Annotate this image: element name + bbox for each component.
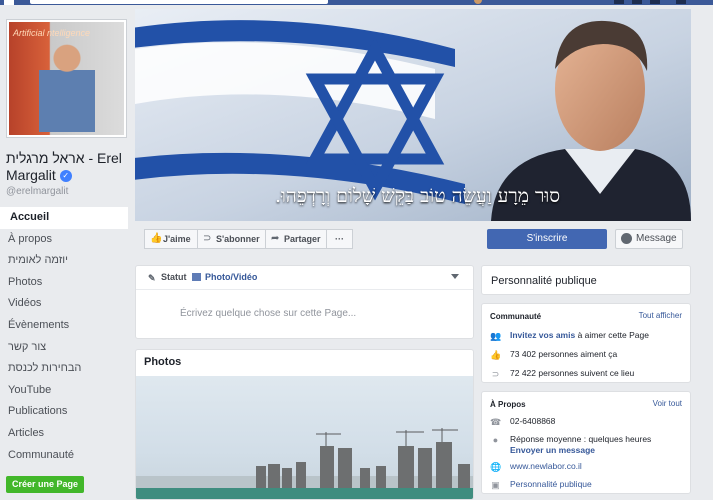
composer-tabs: ✎ Statut Photo/Vidéo (136, 266, 473, 290)
photos-title[interactable]: Photos (136, 350, 473, 376)
category-row: ▣ Personnalité publique (490, 479, 592, 490)
create-page-button[interactable]: Créer une Page (6, 476, 85, 493)
likes-row: 👍 73 402 personnes aiment ça (490, 349, 617, 360)
category-link[interactable]: Personnalité publique (510, 479, 592, 489)
about-card: À Propos Voir tout ☎ 02-6408868 ● Réponse … (481, 391, 691, 494)
user-avatar-icon[interactable] (474, 0, 482, 4)
nav-item-community[interactable]: Communauté (0, 445, 128, 467)
phone-icon: ☎ (490, 417, 502, 427)
nav-item-home[interactable]: Accueil (0, 207, 128, 229)
website-link[interactable]: www.newlabor.co.il (510, 461, 582, 471)
chat-bubble-icon: ● (492, 435, 499, 445)
skyline-photo (136, 428, 473, 499)
message-button[interactable]: Message (615, 229, 683, 249)
rss-icon: ⊃ (491, 369, 500, 379)
chat-bubble-icon (621, 233, 632, 244)
nav-item-posts[interactable]: Publications (0, 401, 128, 423)
friend-requests-icon[interactable] (614, 0, 624, 4)
phone-number[interactable]: 02-6408868 (510, 416, 555, 426)
rss-icon: ⊃ (203, 233, 212, 244)
speaker-figure (39, 42, 95, 132)
like-label: J'aime (163, 234, 191, 244)
like-button[interactable]: 👍 J'aime (144, 229, 198, 249)
facebook-logo-icon[interactable] (4, 0, 14, 5)
post-composer: ✎ Statut Photo/Vidéo Écrivez quelque chos… (135, 265, 474, 339)
invite-friends-link[interactable]: Invitez vos amis (510, 330, 575, 340)
invite-rest: à aimer cette Page (577, 330, 649, 340)
tab-photo-video[interactable]: Photo/Vidéo (192, 272, 257, 282)
page-actions-bar: 👍 J'aime ⊃ S'abonner ➦ Partager ··· S'in… (135, 225, 691, 253)
community-card: Communauté Tout afficher 👥 Invitez vos am… (481, 303, 691, 383)
website-row: 🌐 www.newlabor.co.il (490, 461, 582, 472)
nav-item-events[interactable]: Évènements (0, 315, 128, 337)
people-icon: 👥 (490, 331, 502, 341)
share-arrow-icon: ➦ (271, 233, 280, 244)
nav-item-about[interactable]: À propos (0, 229, 128, 251)
follow-label: S'abonner (216, 234, 260, 244)
share-label: Partager (284, 234, 321, 244)
followers-count[interactable]: 72 422 personnes suivent ce lieu (510, 368, 634, 378)
page-nav: Accueil À propos יוזמה לאומית Photos Vid… (0, 207, 128, 466)
globe-icon: 🌐 (490, 462, 502, 472)
send-message-row: Envoyer un message (510, 445, 595, 455)
search-input[interactable] (30, 0, 328, 4)
nav-item-national-initiative[interactable]: יוזמה לאומית (0, 250, 128, 272)
photos-card: Photos (135, 349, 474, 500)
messages-icon[interactable] (632, 0, 642, 4)
subscribe-button[interactable]: S'inscrire (487, 229, 607, 249)
nav-item-videos[interactable]: Vidéos (0, 293, 128, 315)
help-icon[interactable] (676, 0, 686, 4)
page-title[interactable]: אראל מרגלית - Erel Margalit ✓ (6, 150, 131, 184)
profile-photo-banner-text: Artificial ntelligence (13, 28, 91, 38)
send-message-link[interactable]: Envoyer un message (510, 445, 595, 455)
verified-badge-icon: ✓ (59, 170, 72, 183)
followers-row: ⊃ 72 422 personnes suivent ce lieu (490, 368, 635, 379)
photos-preview[interactable] (136, 376, 473, 499)
profile-photo: Artificial ntelligence (9, 22, 124, 135)
chevron-down-icon[interactable] (451, 274, 459, 279)
tab-photo-label: Photo/Vidéo (205, 272, 258, 282)
more-options-button[interactable]: ··· (326, 229, 353, 249)
nav-item-elections[interactable]: הבחירות לכנסת (0, 358, 128, 380)
cover-photo[interactable]: סוּר מֵרָע וַעֲשֵׂה טוֹב בַּקֵּשׁ שָׁלוֹ… (135, 9, 691, 221)
response-time: Réponse moyenne : quelques heures (510, 434, 652, 444)
follow-button[interactable]: ⊃ S'abonner (197, 229, 267, 249)
cover-quote: סוּר מֵרָע וַעֲשֵׂה טוֹב בַּקֵּשׁ שָׁלוֹ… (275, 185, 561, 207)
nav-item-contact[interactable]: צור קשר (0, 337, 128, 359)
about-see-all-link[interactable]: Voir tout (653, 399, 682, 408)
thumbs-up-icon: 👍 (490, 350, 502, 360)
top-nav-bar (0, 0, 713, 5)
camera-icon (192, 273, 201, 281)
profile-picture[interactable]: Artificial ntelligence (6, 19, 127, 138)
response-row: ● Réponse moyenne : quelques heures (490, 434, 652, 445)
about-title: À Propos (490, 400, 526, 409)
tag-icon: ▣ (491, 480, 500, 490)
community-title: Communauté (490, 312, 542, 321)
thumbs-up-icon: 👍 (150, 233, 163, 244)
phone-row: ☎ 02-6408868 (490, 416, 555, 427)
notifications-icon[interactable] (650, 0, 660, 4)
tab-status[interactable]: ✎ Statut (148, 272, 187, 283)
post-input[interactable]: Écrivez quelque chose sur cette Page... (180, 308, 356, 319)
invite-friends-row: 👥 Invitez vos amis à aimer cette Page (490, 330, 649, 341)
category-card[interactable]: Personnalité publique (481, 265, 691, 295)
nav-item-photos[interactable]: Photos (0, 272, 128, 294)
nav-item-articles[interactable]: Articles (0, 423, 128, 445)
share-button[interactable]: ➦ Partager (265, 229, 328, 249)
community-see-all-link[interactable]: Tout afficher (639, 311, 682, 320)
message-label: Message (636, 233, 677, 244)
tab-status-label: Statut (161, 272, 187, 282)
likes-count[interactable]: 73 402 personnes aiment ça (510, 349, 617, 359)
pencil-icon: ✎ (148, 273, 156, 283)
page-handle[interactable]: @erelmargalit (6, 186, 68, 197)
nav-item-youtube[interactable]: YouTube (0, 380, 128, 402)
